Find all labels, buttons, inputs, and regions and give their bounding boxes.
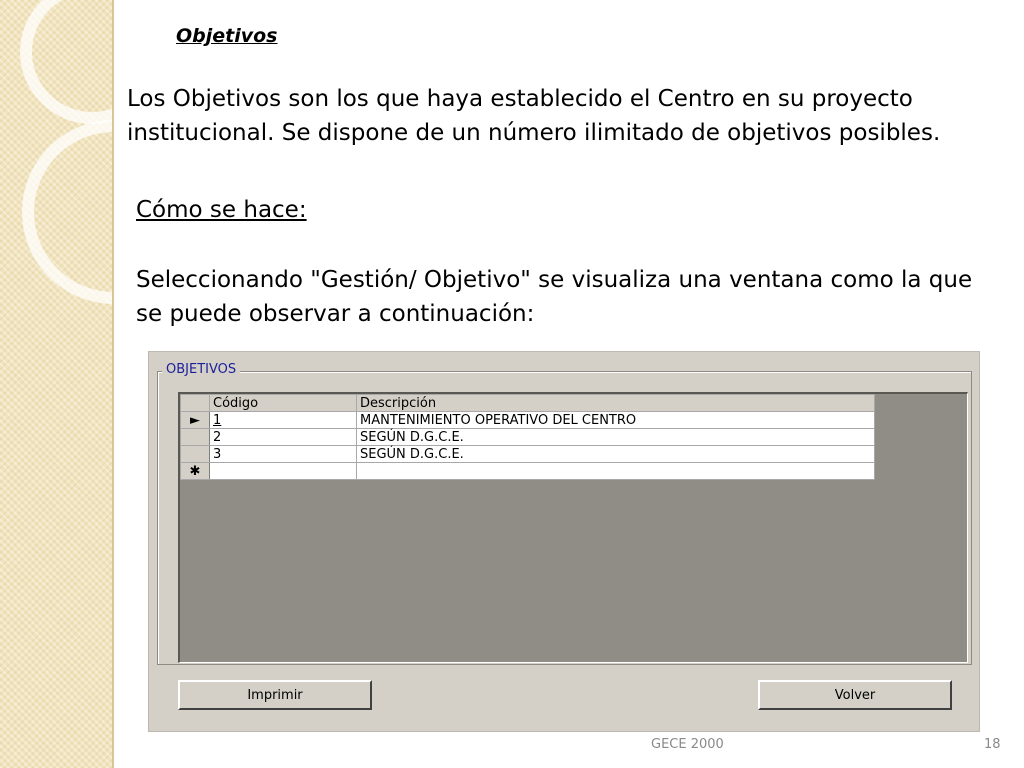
- howto-heading: Cómo se hace:: [136, 197, 307, 223]
- footer-text: GECE 2000: [651, 737, 724, 752]
- table-header-row: Código Descripción: [180, 394, 875, 412]
- objetivos-grid[interactable]: Código Descripción ► 1 MANTENIMIENTO OPE…: [178, 392, 968, 663]
- current-row-indicator-icon[interactable]: ►: [180, 411, 210, 429]
- groupbox-label: OBJETIVOS: [162, 362, 241, 377]
- column-header-descripcion[interactable]: Descripción: [356, 394, 875, 412]
- description-cell[interactable]: SEGÚN D.G.C.E.: [356, 445, 875, 463]
- decorative-ring-top: [20, 0, 112, 124]
- description-cell[interactable]: SEGÚN D.G.C.E.: [356, 428, 875, 446]
- description-cell[interactable]: [356, 462, 875, 480]
- row-selector-header[interactable]: [180, 394, 210, 412]
- code-cell[interactable]: 3: [209, 445, 357, 463]
- objetivos-window: OBJETIVOS Código Descripción ► 1 MANTENI…: [148, 351, 980, 732]
- objetivos-table: Código Descripción ► 1 MANTENIMIENTO OPE…: [180, 394, 875, 480]
- print-button[interactable]: Imprimir: [178, 680, 372, 710]
- slide-title: Objetivos: [176, 25, 278, 47]
- new-record-icon[interactable]: ✱: [180, 462, 210, 480]
- intro-paragraph: Los Objetivos son los que haya estableci…: [127, 86, 941, 146]
- steps-paragraph: Seleccionando "Gestión/ Objetivo" se vis…: [136, 267, 973, 327]
- decorative-rings: [0, 0, 112, 768]
- row-selector[interactable]: [180, 445, 210, 463]
- table-row[interactable]: 2 SEGÚN D.G.C.E.: [180, 428, 875, 446]
- new-record-row[interactable]: ✱: [180, 462, 875, 480]
- back-button-label: Volver: [834, 687, 876, 703]
- table-row[interactable]: 3 SEGÚN D.G.C.E.: [180, 445, 875, 463]
- code-cell[interactable]: [209, 462, 357, 480]
- code-cell[interactable]: 1: [209, 411, 357, 429]
- page-number: 18: [984, 737, 1001, 752]
- column-header-codigo[interactable]: Código: [209, 394, 357, 412]
- decorative-ring-middle: [22, 120, 112, 304]
- code-cell[interactable]: 2: [209, 428, 357, 446]
- description-cell[interactable]: MANTENIMIENTO OPERATIVO DEL CENTRO: [356, 411, 875, 429]
- table-row[interactable]: ► 1 MANTENIMIENTO OPERATIVO DEL CENTRO: [180, 411, 875, 429]
- back-button[interactable]: Volver: [758, 680, 952, 710]
- row-selector[interactable]: [180, 428, 210, 446]
- print-button-label: Imprimir: [247, 687, 303, 703]
